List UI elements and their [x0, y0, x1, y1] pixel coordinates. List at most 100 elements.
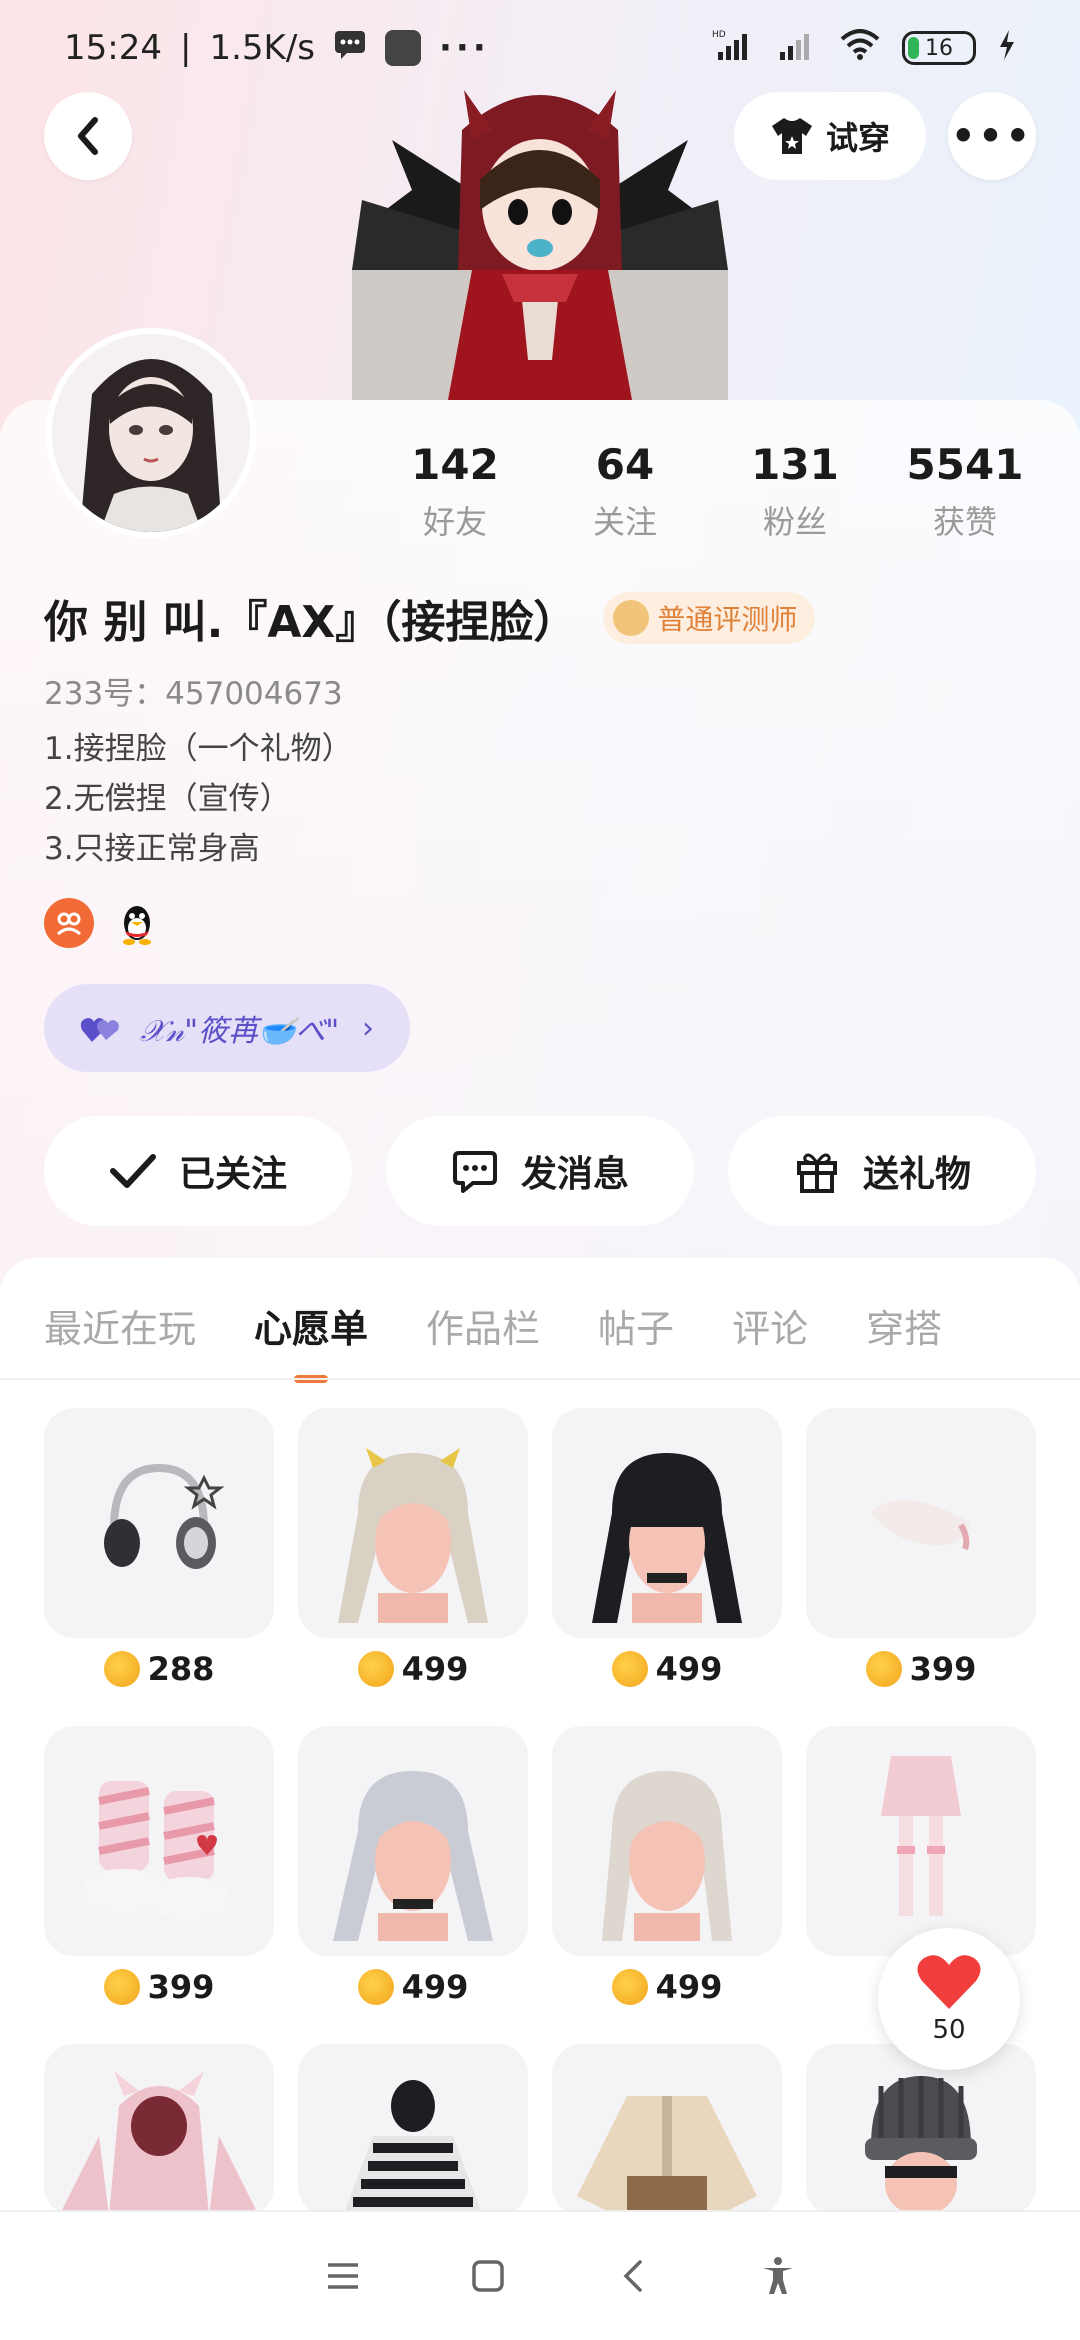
gift-icon — [796, 1153, 837, 1193]
tab-comments[interactable]: 评论 — [732, 1298, 808, 1353]
stat-value: 64 — [595, 440, 655, 489]
item-price: 499 — [298, 1650, 528, 1688]
profile-tabs: 最近在玩 心愿单 作品栏 帖子 评论 穿搭 — [44, 1298, 942, 1353]
profile-page: 15:24 | 1.5K/s ··· HD 16 试穿 ••• 142 好友 6… — [0, 0, 1080, 2340]
gift-label: 送礼物 — [862, 1154, 971, 1195]
send-gift-button[interactable]: 送礼物 — [728, 1116, 1036, 1226]
qq-icon[interactable] — [112, 898, 162, 948]
chevron-right-icon: › — [362, 1010, 374, 1046]
item-price: 399 — [44, 1968, 274, 2006]
nickname: 你 别 叫.『AX』（接捏脸） — [44, 597, 578, 648]
content-panel: 最近在玩 心愿单 作品栏 帖子 评论 穿搭 288 499 499 399 39… — [0, 1258, 1080, 2340]
fan-tag-label: 𝒳𝓃"筱苒🥣べ" — [140, 1014, 340, 1049]
check-icon — [109, 1154, 156, 1188]
user-id: 233号：457004673 — [44, 676, 343, 712]
app-notification-icon — [385, 30, 421, 66]
wishlist-item[interactable]: 399 — [44, 1726, 274, 2006]
community-icon[interactable] — [44, 898, 94, 948]
wishlist-item[interactable] — [806, 2044, 1036, 2216]
tab-works[interactable]: 作品栏 — [426, 1298, 540, 1353]
beige-coat-icon — [552, 2044, 782, 2216]
more-notifications-icon: ··· — [439, 28, 490, 68]
double-heart-icon — [80, 1018, 119, 1042]
heart-icon — [917, 1955, 981, 2009]
message-icon — [333, 28, 367, 68]
followed-button[interactable]: 已关注 — [44, 1116, 352, 1226]
try-on-label: 试穿 — [825, 119, 890, 157]
bio-line: 2.无偿捏（宣传） — [44, 781, 291, 817]
system-nav-bar — [0, 2210, 1080, 2340]
pink-skirt-icon — [806, 1726, 1036, 1956]
price-value: 499 — [401, 1968, 469, 2006]
stat-label: 粉丝 — [762, 503, 827, 541]
profile-stats: 142 好友 64 关注 131 粉丝 5541 获赞 — [370, 440, 1050, 543]
avatar[interactable] — [46, 328, 256, 538]
profile-card — [0, 400, 1080, 1400]
coin-icon — [103, 1969, 140, 2005]
pink-hoodie-icon — [44, 2044, 274, 2216]
more-dots-icon: ••• — [951, 114, 1033, 158]
banner-character-art — [352, 70, 728, 400]
like-count: 50 — [932, 2015, 966, 2045]
wishlist-item[interactable]: 499 — [552, 1408, 782, 1688]
coin-icon — [103, 1651, 140, 1687]
wishlist-item[interactable] — [44, 2044, 274, 2216]
wishlist-item[interactable]: 499 — [298, 1408, 528, 1688]
battery-level: 16 — [925, 35, 953, 61]
more-button[interactable]: ••• — [948, 92, 1036, 180]
stat-followers[interactable]: 131 粉丝 — [710, 440, 880, 543]
grey-beanie-icon — [806, 2044, 1036, 2216]
bio-line: 1.接捏脸（一个礼物） — [44, 731, 353, 767]
item-price: 499 — [552, 1650, 782, 1688]
wishlist-item[interactable]: 499 — [298, 1726, 528, 2006]
coin-icon — [611, 1969, 648, 2005]
wifi-icon — [840, 28, 880, 68]
back-nav-icon[interactable] — [603, 2246, 663, 2306]
chevron-left-icon — [78, 117, 98, 155]
wishlist-item[interactable] — [298, 2044, 528, 2216]
stat-likes[interactable]: 5541 获赞 — [880, 440, 1050, 543]
item-price: 399 — [806, 1650, 1036, 1688]
wishlist-item[interactable]: 288 — [44, 1408, 274, 1688]
try-on-button[interactable]: 试穿 — [734, 92, 926, 180]
tab-outfits[interactable]: 穿搭 — [866, 1298, 942, 1353]
tab-wishlist[interactable]: 心愿单 — [254, 1298, 368, 1353]
stat-value: 131 — [751, 440, 839, 489]
chat-bubble-icon — [452, 1151, 497, 1193]
message-label: 发消息 — [520, 1154, 629, 1195]
message-button[interactable]: 发消息 — [386, 1116, 694, 1226]
item-price: 288 — [44, 1650, 274, 1688]
item-price: 499 — [298, 1968, 528, 2006]
reviewer-badge[interactable]: 普通评测师 — [603, 592, 816, 644]
fan-group-tag[interactable]: 𝒳𝓃"筱苒🥣べ" › — [44, 984, 410, 1072]
wishlist-item[interactable] — [552, 2044, 782, 2216]
battery-indicator: 16 — [902, 31, 976, 65]
item-price: 499 — [552, 1968, 782, 2006]
price-value: 399 — [909, 1650, 977, 1688]
menu-icon[interactable] — [313, 2246, 373, 2306]
tabs-divider — [0, 1378, 1080, 1380]
stat-friends[interactable]: 142 好友 — [370, 440, 540, 543]
back-button[interactable] — [44, 92, 132, 180]
coin-icon — [611, 1651, 648, 1687]
wishlist-item[interactable]: 399 — [806, 1408, 1036, 1688]
hair-silver-icon — [298, 1726, 528, 1956]
tab-recently-played[interactable]: 最近在玩 — [44, 1298, 196, 1353]
tab-posts[interactable]: 帖子 — [598, 1298, 674, 1353]
charging-icon — [998, 29, 1016, 67]
signal-icon — [778, 28, 818, 69]
stat-label: 获赞 — [932, 503, 997, 541]
accessibility-icon[interactable] — [748, 2246, 808, 2306]
price-value: 499 — [401, 1650, 469, 1688]
home-icon[interactable] — [458, 2246, 518, 2306]
coin-icon — [357, 1969, 394, 2005]
profile-actions: 已关注 发消息 送礼物 — [44, 1116, 1036, 1226]
status-net-speed: 1.5K/s — [209, 28, 315, 68]
price-value: 399 — [147, 1968, 215, 2006]
like-button[interactable]: 50 — [878, 1928, 1020, 2070]
hair-platinum-icon — [552, 1726, 782, 1956]
stat-label: 关注 — [592, 503, 657, 541]
wishlist-item[interactable]: 499 — [552, 1726, 782, 2006]
stat-following[interactable]: 64 关注 — [540, 440, 710, 543]
striped-boots-icon — [44, 1726, 274, 1956]
